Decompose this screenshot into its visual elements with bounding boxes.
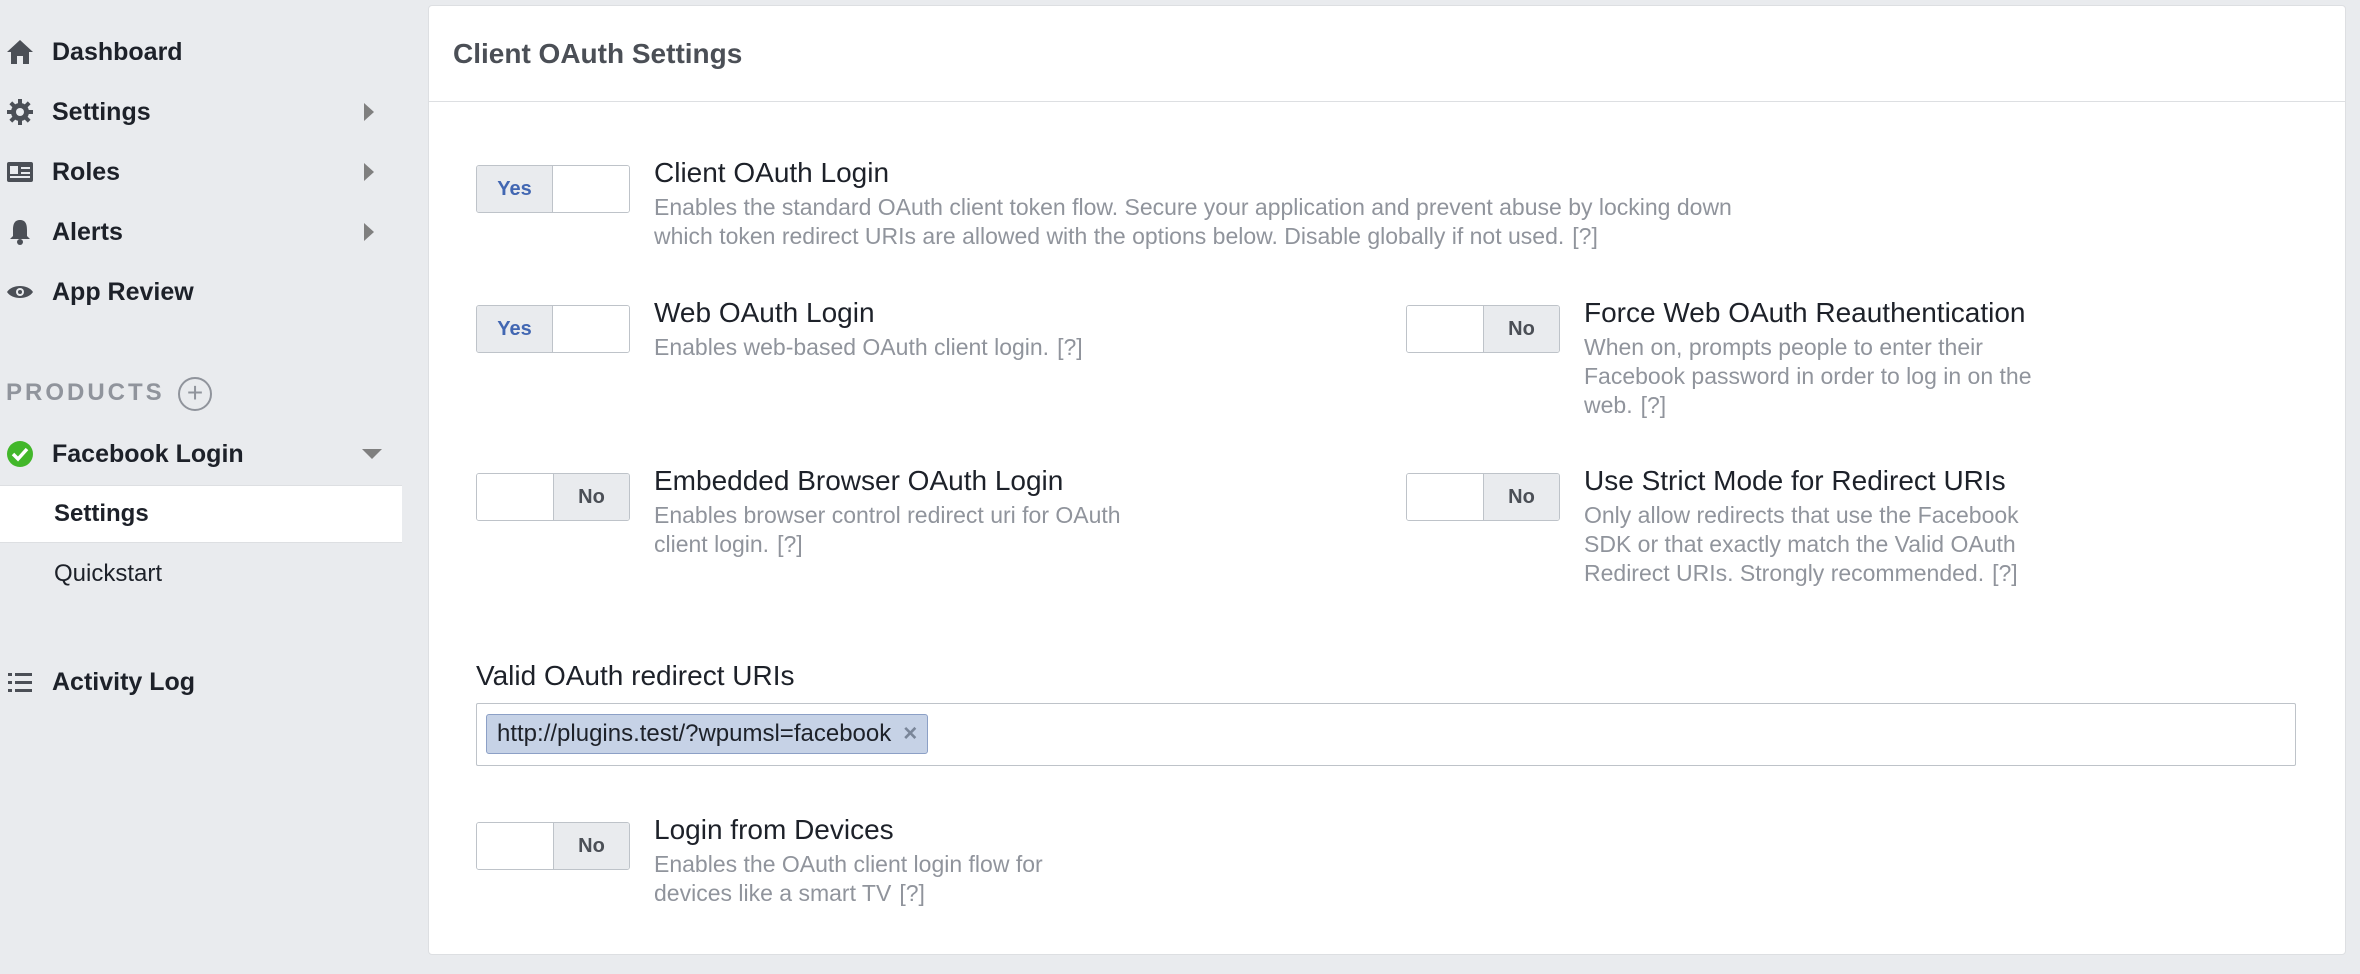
redirect-uris-label: Valid OAuth redirect URIs xyxy=(476,660,795,691)
toggle-no: No xyxy=(553,474,629,520)
help-link[interactable]: [?] xyxy=(1992,560,2018,586)
toggle-no: No xyxy=(1483,474,1559,520)
toggle-blank xyxy=(1407,306,1483,352)
nav-item-facebook-login[interactable]: Facebook Login xyxy=(0,424,402,484)
toggle-blank xyxy=(553,306,629,352)
setting-title: Use Strict Mode for Redirect URIs xyxy=(1584,465,2006,496)
force-reauth-toggle[interactable]: No xyxy=(1406,305,1560,353)
nav-label: Activity Log xyxy=(52,667,196,696)
nav-label: Facebook Login xyxy=(52,439,244,468)
sidebar-item-quickstart[interactable]: Quickstart xyxy=(0,545,402,603)
help-link[interactable]: [?] xyxy=(1057,334,1083,360)
setting-title: Embedded Browser OAuth Login xyxy=(654,465,1064,496)
nav-label: App Review xyxy=(52,277,194,306)
id-card-icon xyxy=(4,156,36,188)
setting-desc-text: Enables web-based OAuth client login. xyxy=(654,334,1050,360)
chevron-right-icon xyxy=(364,163,374,181)
toggle-blank xyxy=(1407,474,1483,520)
redirect-uris-input[interactable]: http://plugins.test/?wpumsl=facebook × xyxy=(476,703,2296,766)
sub-item-label: Quickstart xyxy=(54,560,163,587)
check-circle-icon xyxy=(4,438,36,470)
setting-login-from-devices: No Login from Devices Enables the OAuth … xyxy=(476,814,1276,912)
embedded-browser-toggle[interactable]: No xyxy=(476,473,630,521)
client-oauth-toggle[interactable]: Yes xyxy=(476,165,630,213)
setting-desc-text: Only allow redirects that use the Facebo… xyxy=(1584,502,2019,586)
redirect-uri-tag: http://plugins.test/?wpumsl=facebook × xyxy=(486,714,929,754)
chevron-down-icon xyxy=(362,449,382,459)
nav-item-dashboard[interactable]: Dashboard xyxy=(0,22,402,82)
nav-item-alerts[interactable]: Alerts xyxy=(0,202,402,262)
setting-title: Web OAuth Login xyxy=(654,297,875,328)
remove-tag-icon[interactable]: × xyxy=(903,720,917,748)
bell-icon xyxy=(4,216,36,248)
setting-description: Enables browser control redirect uri for… xyxy=(654,501,1124,559)
setting-embedded-browser: No Embedded Browser OAuth Login Enables … xyxy=(476,465,1276,563)
list-icon xyxy=(4,666,36,698)
add-product-button[interactable]: + xyxy=(178,377,212,411)
setting-force-reauth: No Force Web OAuth Reauthentication When… xyxy=(1406,297,2206,425)
card-header: Client OAuth Settings xyxy=(429,6,2345,102)
nav-item-app-review[interactable]: App Review xyxy=(0,262,402,322)
chevron-right-icon xyxy=(364,223,374,241)
sidebar: Dashboard Settings Roles Alerts App Revi… xyxy=(0,0,402,974)
help-link[interactable]: [?] xyxy=(1641,392,1667,418)
toggle-no: No xyxy=(553,823,629,869)
toggle-blank xyxy=(553,166,629,212)
setting-web-oauth-login: Yes Web OAuth Login Enables web-based OA… xyxy=(476,297,1276,365)
help-link[interactable]: [?] xyxy=(777,531,803,557)
setting-title: Client OAuth Login xyxy=(654,157,890,188)
toggle-yes: Yes xyxy=(477,166,553,212)
redirect-uri-text: http://plugins.test/?wpumsl=facebook xyxy=(497,720,892,747)
toggle-blank xyxy=(477,823,553,869)
nav-label: Alerts xyxy=(52,217,123,246)
setting-desc-text: Enables the standard OAuth client token … xyxy=(654,194,1732,249)
setting-desc-text: Enables browser control redirect uri for… xyxy=(654,502,1121,557)
strict-mode-toggle[interactable]: No xyxy=(1406,473,1560,521)
nav-label: Dashboard xyxy=(52,37,183,66)
help-link[interactable]: [?] xyxy=(899,880,925,906)
chevron-right-icon xyxy=(364,103,374,121)
web-oauth-toggle[interactable]: Yes xyxy=(476,305,630,353)
setting-description: When on, prompts people to enter their F… xyxy=(1584,333,2054,420)
help-link[interactable]: [?] xyxy=(1572,223,1598,249)
nav-label: Roles xyxy=(52,157,121,186)
login-devices-toggle[interactable]: No xyxy=(476,822,630,870)
setting-description: Enables web-based OAuth client login. [?] xyxy=(654,333,1254,362)
nav-item-roles[interactable]: Roles xyxy=(0,142,402,202)
toggle-yes: Yes xyxy=(477,306,553,352)
nav-label: Settings xyxy=(52,97,151,126)
toggle-blank xyxy=(477,474,553,520)
setting-description: Enables the standard OAuth client token … xyxy=(654,193,1794,251)
setting-description: Only allow redirects that use the Facebo… xyxy=(1584,501,2054,588)
eye-icon xyxy=(4,276,36,308)
setting-strict-mode: No Use Strict Mode for Redirect URIs Onl… xyxy=(1406,465,2206,623)
setting-title: Login from Devices xyxy=(654,814,894,845)
setting-desc-text: Enables the OAuth client login flow for … xyxy=(654,851,1043,906)
setting-client-oauth-login: Yes Client OAuth Login Enables the stand… xyxy=(476,157,1856,255)
sub-item-label: Settings xyxy=(54,500,149,527)
nav-item-settings[interactable]: Settings xyxy=(0,82,402,142)
sidebar-item-settings[interactable]: Settings xyxy=(0,485,402,543)
page-title: Client OAuth Settings xyxy=(453,38,743,69)
nav-item-activity-log[interactable]: Activity Log xyxy=(0,652,402,712)
gear-icon xyxy=(4,96,36,128)
setting-description: Enables the OAuth client login flow for … xyxy=(654,850,1124,908)
setting-title: Force Web OAuth Reauthentication xyxy=(1584,297,2026,328)
toggle-no: No xyxy=(1483,306,1559,352)
products-heading: PRODUCTS xyxy=(6,379,165,406)
home-icon xyxy=(4,36,36,68)
